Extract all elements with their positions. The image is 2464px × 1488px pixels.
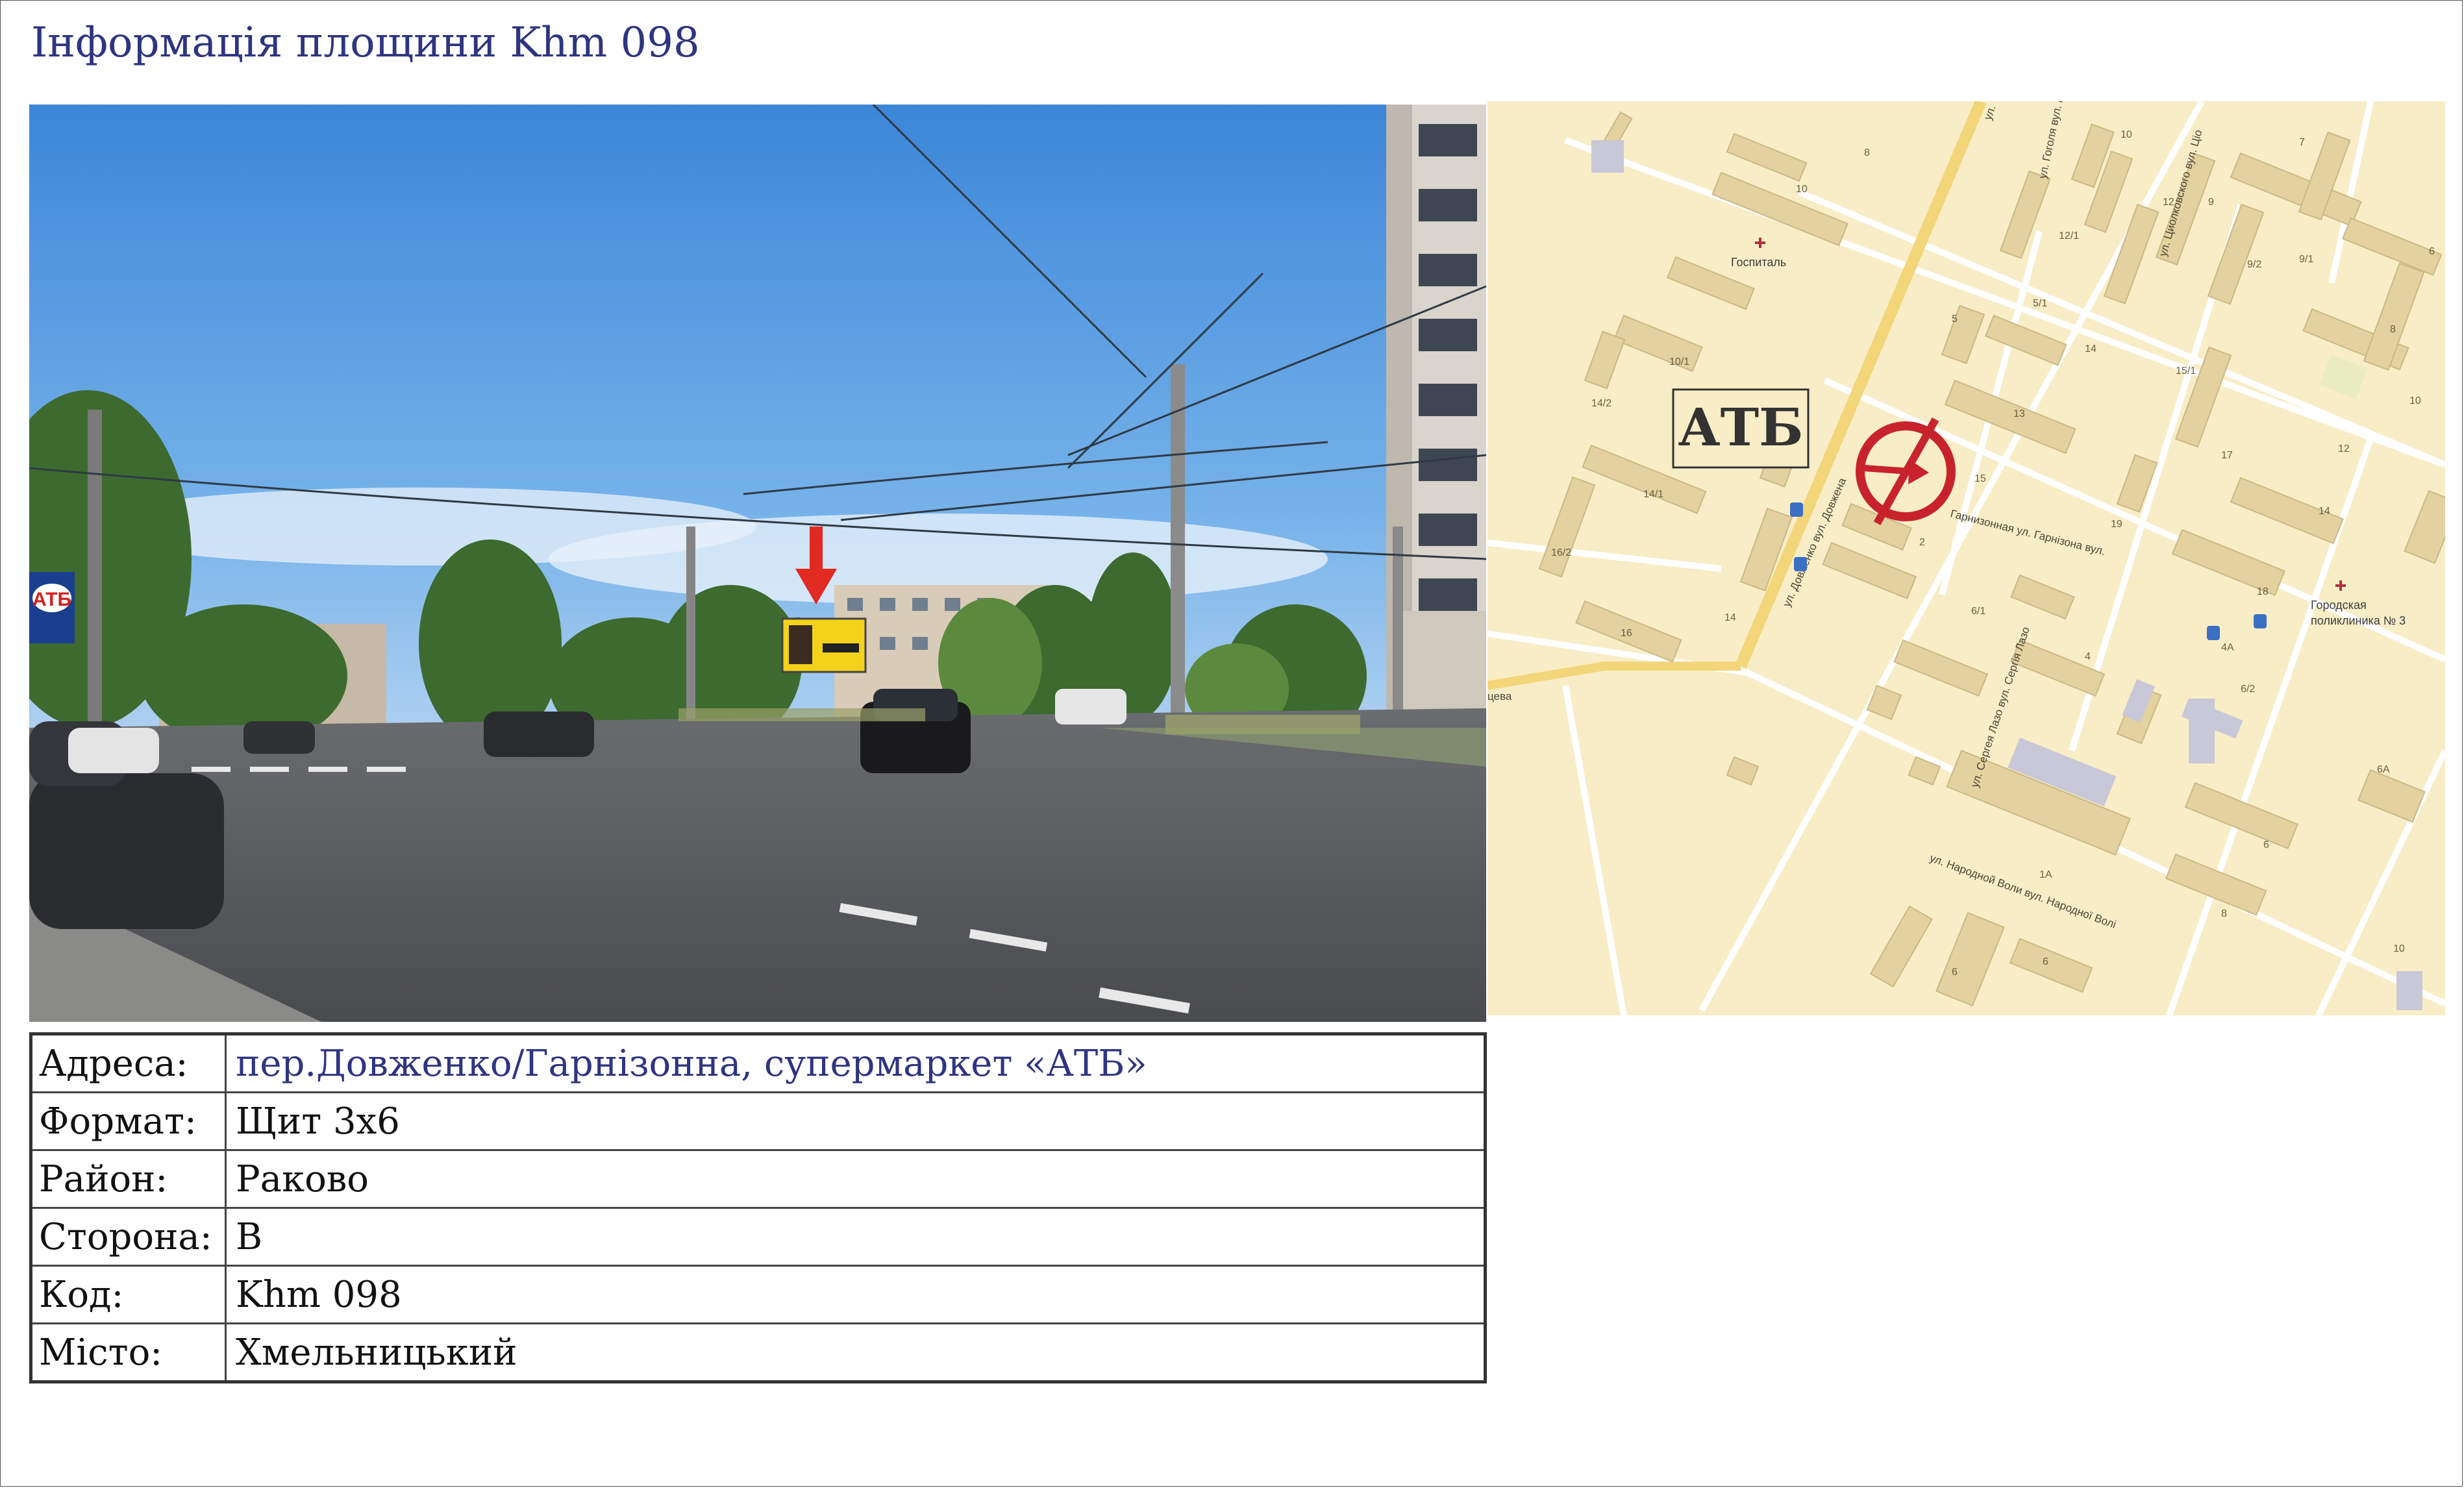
svg-text:14/2: 14/2 [1591,398,1612,409]
map-label-gospital: Госпиталь [1731,256,1786,269]
info-label: Місто: [30,1322,227,1383]
svg-text:4А: 4А [2221,642,2234,653]
svg-text:16: 16 [1621,628,1632,639]
map-label-clinic-1: Городская [2311,599,2367,612]
map-label-clinic-2: поликлиника № 3 [2311,614,2406,627]
svg-text:1А: 1А [2039,869,2052,880]
svg-text:14/1: 14/1 [1643,489,1663,500]
svg-text:12: 12 [2338,443,2350,454]
info-value: B [225,1207,1486,1267]
svg-text:10: 10 [2409,395,2421,406]
svg-text:10: 10 [2121,129,2132,140]
street-photo: АТБ [29,105,1486,1022]
svg-text:12/1: 12/1 [2059,230,2079,242]
info-row-side: Сторона: B [30,1207,1486,1267]
svg-text:9/1: 9/1 [2299,254,2313,265]
svg-text:5/1: 5/1 [2033,298,2047,309]
info-value: Khm 098 [225,1265,1486,1324]
info-row-city: Місто: Хмельницький [30,1322,1486,1383]
svg-text:14: 14 [2319,506,2330,517]
svg-text:6: 6 [1952,967,1958,978]
svg-text:6/2: 6/2 [2241,684,2255,695]
svg-text:9: 9 [2208,197,2214,208]
info-label: Формат: [30,1091,227,1151]
svg-text:8: 8 [2390,324,2396,335]
svg-text:9/2: 9/2 [2247,259,2261,270]
svg-text:4: 4 [2085,651,2091,662]
page-title: Інформація площини Khm 098 [31,19,700,67]
info-value: Хмельницький [225,1322,1486,1383]
location-map: 8 10 7 10 12 9 12/1 5/1 9/2 9/1 6 5 14 1… [1487,101,2445,1015]
info-row-address: Адреса: пер.Довженко/Гарнізонна, суперма… [30,1033,1486,1093]
svg-text:15: 15 [1974,473,1986,484]
svg-text:13: 13 [2013,408,2025,419]
svg-text:17: 17 [2221,450,2233,461]
info-value: Раково [225,1149,1486,1209]
svg-text:2: 2 [1919,537,1925,548]
info-value: Щит 3х6 [225,1091,1486,1151]
info-row-code: Код: Khm 098 [30,1265,1486,1324]
svg-text:10/1: 10/1 [1669,356,1689,367]
svg-text:6: 6 [2263,839,2269,850]
map-street-left: цева [1487,690,1512,702]
svg-text:6/1: 6/1 [1971,606,1985,617]
svg-text:15/1: 15/1 [2176,366,2196,377]
info-label: Сторона: [30,1207,227,1267]
svg-text:14: 14 [1724,612,1736,623]
svg-text:16/2: 16/2 [1551,547,1571,558]
info-row-format: Формат: Щит 3х6 [30,1091,1486,1151]
map-store-label: АТБ [1678,397,1803,458]
svg-text:8: 8 [2221,908,2227,919]
info-row-district: Район: Раково [30,1149,1486,1209]
svg-text:18: 18 [2257,586,2269,597]
svg-text:19: 19 [2111,519,2122,530]
svg-text:6: 6 [2429,246,2435,257]
info-label: Район: [30,1149,227,1209]
info-value: пер.Довженко/Гарнізонна, супермаркет «АТ… [225,1033,1486,1093]
info-label: Код: [30,1265,227,1324]
svg-text:6А: 6А [2377,764,2390,775]
svg-text:8: 8 [1864,147,1870,158]
info-table: Адреса: пер.Довженко/Гарнізонна, суперма… [29,1032,1487,1383]
svg-text:14: 14 [2085,343,2097,354]
svg-text:7: 7 [2299,137,2305,148]
svg-text:5: 5 [1952,314,1958,325]
info-label: Адреса: [30,1033,227,1093]
billboard-info-page: Інформація площини Khm 098 АТБ 8 10 7 10… [0,0,2463,1487]
svg-text:10: 10 [1796,184,1808,195]
photo-store-sign: АТБ [32,589,71,610]
svg-text:10: 10 [2393,943,2405,954]
svg-text:6: 6 [2043,956,2048,967]
